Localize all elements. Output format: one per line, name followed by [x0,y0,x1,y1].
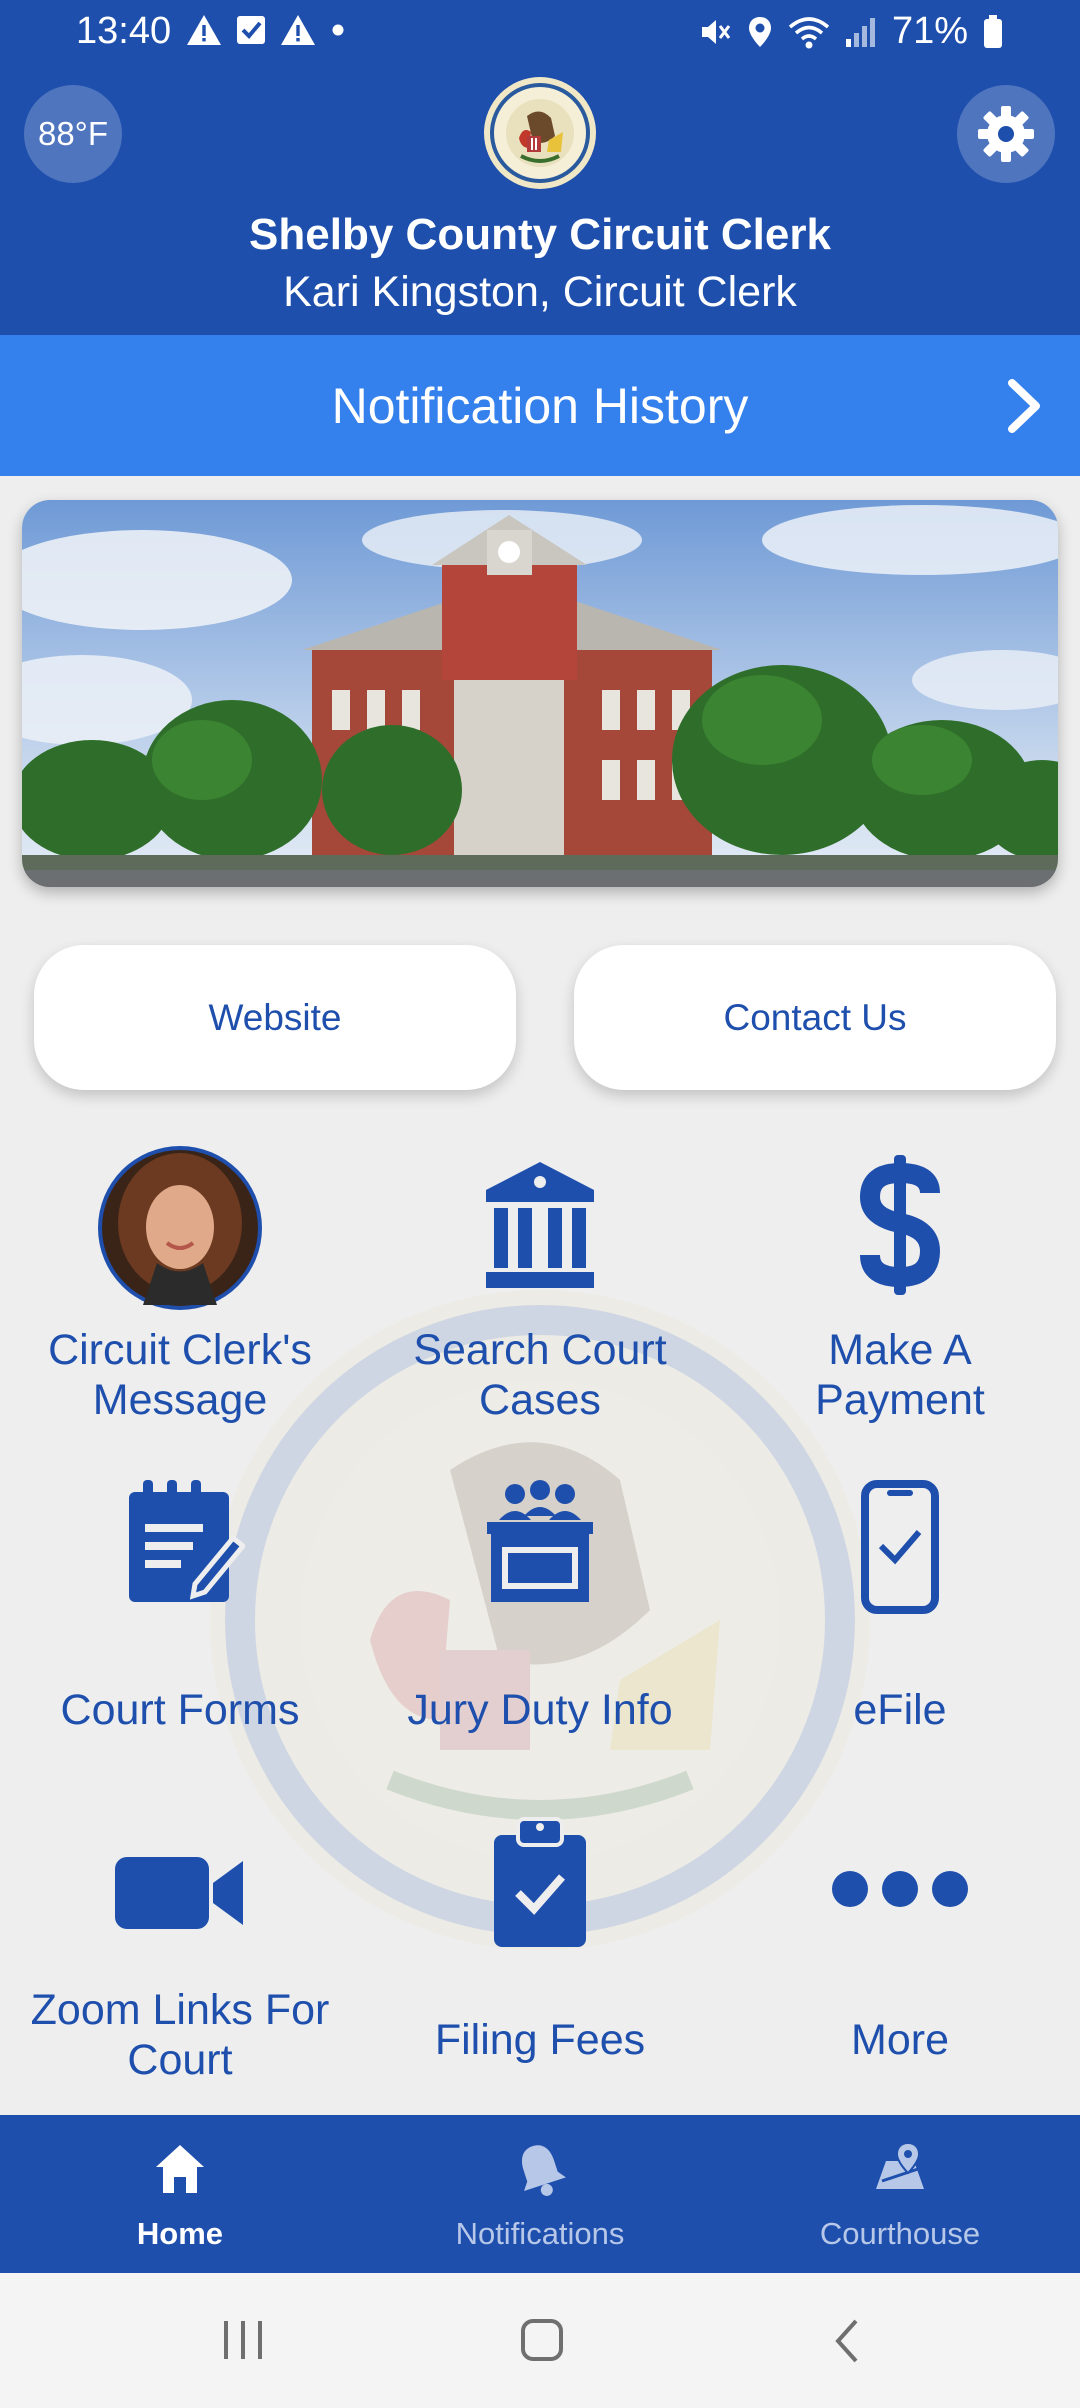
app-header: 13:40 71% 88°F Shelby County Circuit Cle… [0,0,1080,335]
county-seal-logo [484,77,596,189]
tile-label: Zoom Links For [30,1986,330,2034]
settings-button[interactable] [957,85,1055,183]
form-icon [129,1480,245,1602]
gear-icon [978,106,1034,162]
signal-icon [845,17,875,47]
notification-history-button[interactable]: Notification History [0,335,1080,476]
warning-icon [187,15,221,45]
contact-us-label: Contact Us [723,996,907,1038]
nav-home[interactable]: Home [0,2115,360,2273]
tile-label: Search Court [413,1326,667,1374]
status-time: 13:40 [76,10,172,52]
efile-tile[interactable]: eFile [720,1455,1080,1775]
location-icon [748,16,771,47]
website-button[interactable]: Website [34,945,516,1090]
nav-courthouse[interactable]: Courthouse [720,2115,1080,2273]
tile-label: Filing Fees [434,2016,646,2064]
more-icon [832,1871,968,1907]
status-left-icons [186,14,346,46]
jury-duty-info-tile[interactable]: Jury Duty Info [360,1455,720,1775]
nav-courthouse-label: Courthouse [819,2216,981,2251]
clerk-photo [98,1146,262,1310]
jury-icon [487,1480,593,1602]
nav-home-label: Home [136,2216,224,2251]
mute-icon [701,19,731,44]
chevron-right-icon [1008,379,1040,433]
status-bar: 13:40 71% [0,0,1080,66]
dollar-icon [860,1155,940,1295]
bottom-navigation: Home Notifications Courthouse [0,2115,1080,2273]
temperature-label: 88°F [37,115,109,152]
notification-history-label: Notification History [331,377,749,434]
clipboard-check-icon [494,1817,586,1947]
court-forms-tile[interactable]: Court Forms [0,1455,360,1775]
bell-icon [522,2145,566,2196]
warning-icon [281,15,315,45]
home-system-icon[interactable] [519,2317,565,2363]
checkbox-icon [237,16,265,44]
battery-icon [984,14,1002,48]
nav-notifications-label: Notifications [455,2216,625,2251]
wifi-icon [788,16,830,48]
map-pin-icon [876,2141,924,2189]
recent-apps-icon[interactable] [218,2317,268,2363]
tile-label: Make A [828,1326,972,1374]
tile-label: Court Forms [60,1686,300,1734]
tile-label: Message [92,1376,268,1424]
tile-label: Payment [815,1376,985,1424]
make-a-payment-tile[interactable]: Make A Payment [720,1125,1080,1445]
filing-fees-tile[interactable]: Filing Fees [360,1785,720,2115]
tile-label: eFile [853,1686,947,1734]
battery-percent: 71% [891,10,968,52]
website-label: Website [208,996,342,1038]
more-tile[interactable]: More [720,1785,1080,2115]
contact-us-button[interactable]: Contact Us [574,945,1056,1090]
system-navigation-bar [0,2273,1080,2408]
search-court-cases-tile[interactable]: Search Court Cases [360,1125,720,1445]
home-icon [156,2145,204,2193]
tile-label: Circuit Clerk's [48,1326,312,1374]
courthouse-icon [486,1162,594,1288]
tile-label: Court [127,2036,233,2084]
feature-grid: Circuit Clerk's Message Search Court Cas… [0,1125,1080,2115]
app-title: Shelby County Circuit Clerk [249,210,831,259]
status-right-icons: 71% [698,10,1004,53]
dot-icon [332,24,344,36]
phone-check-icon [861,1480,939,1614]
back-icon[interactable] [830,2317,864,2365]
courthouse-photo [22,500,1058,887]
tile-label: Jury Duty Info [407,1686,673,1734]
weather-badge[interactable]: 88°F [24,85,122,183]
video-icon [115,1857,243,1929]
nav-notifications[interactable]: Notifications [360,2115,720,2273]
tile-label: Cases [479,1376,601,1424]
tile-label: More [851,2016,949,2064]
circit-clerk-message-tile[interactable]: Circuit Clerk's Message [0,1125,360,1445]
app-subtitle: Kari Kingston, Circuit Clerk [283,268,797,316]
